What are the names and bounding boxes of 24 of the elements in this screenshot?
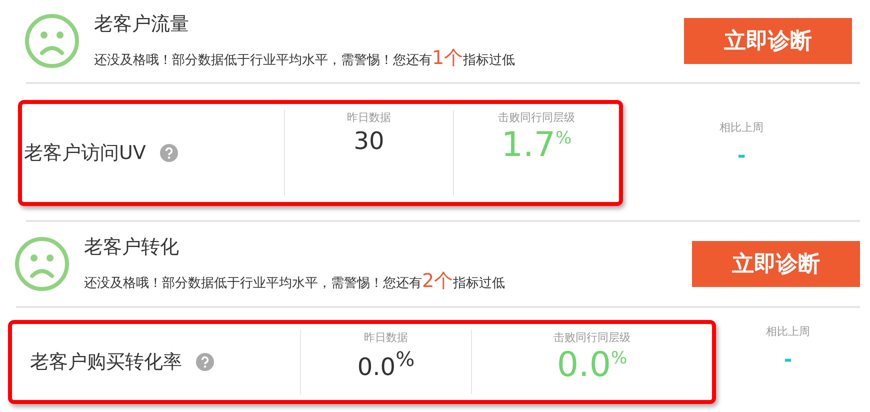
- section-title: 老客户转化: [84, 235, 180, 260]
- sad-face-icon: [24, 13, 80, 69]
- warning-message: 还没及格哦！部分数据低于行业平均水平，需警惕！您还有1个指标过低: [94, 46, 516, 71]
- column-label: 昨日数据: [347, 110, 391, 125]
- metric-name: 老客户购买转化率: [30, 350, 182, 375]
- compare-value: -: [784, 349, 792, 369]
- column-label: 昨日数据: [364, 330, 408, 345]
- yesterday-value: 30: [354, 127, 384, 155]
- sad-face-icon: [14, 236, 70, 292]
- yesterday-value: 0.0$^{%}$: [357, 347, 415, 381]
- metric-name: 老客户访问UV: [24, 141, 146, 166]
- compare-value: -: [737, 145, 746, 165]
- help-icon[interactable]: [160, 144, 178, 162]
- beat-percent-value: 1.7$^{%}$: [501, 127, 572, 164]
- column-label: 击败同行同层级: [498, 110, 575, 125]
- column-label: 击败同行同层级: [554, 330, 630, 345]
- section-title: 老客户流量: [94, 12, 190, 37]
- help-icon[interactable]: [196, 353, 214, 371]
- warning-message: 还没及格哦！部分数据低于行业平均水平，需警惕！您还有2个指标过低: [84, 269, 506, 294]
- diagnose-button[interactable]: 立即诊断: [684, 18, 852, 64]
- column-label: 相比上周: [720, 120, 764, 135]
- column-label: 相比上周: [766, 324, 810, 339]
- beat-percent-value: 0.0$^{%}$: [556, 347, 628, 384]
- diagnose-button[interactable]: 立即诊断: [692, 241, 860, 287]
